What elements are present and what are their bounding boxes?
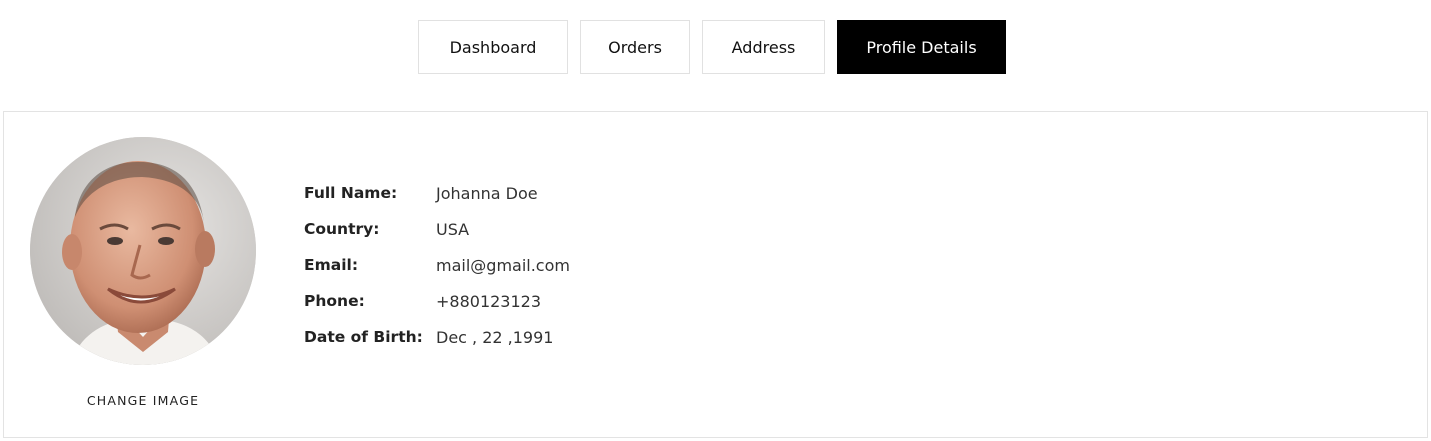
avatar-photo [30,137,256,365]
detail-label: Country: [304,220,380,238]
detail-value: Johanna Doe [436,183,538,203]
detail-row-date-of-birth: Date of Birth: Dec , 22 ,1991 [304,319,570,355]
detail-row-phone: Phone: +880123123 [304,283,570,319]
detail-value: Dec , 22 ,1991 [436,327,554,347]
detail-label: Full Name: [304,184,398,202]
detail-row-country: Country: USA [304,211,570,247]
tab-profile-details[interactable]: Profile Details [837,20,1006,74]
detail-value: +880123123 [436,291,542,311]
profile-details: Full Name: Johanna Doe Country: USA Emai… [304,175,570,355]
detail-label: Phone: [304,292,365,310]
avatar [30,137,256,365]
detail-value: mail@gmail.com [436,255,570,275]
profile-card: CHANGE IMAGE Full Name: Johanna Doe Coun… [3,111,1428,438]
detail-label: Date of Birth: [304,328,423,346]
tab-orders[interactable]: Orders [580,20,690,74]
detail-row-email: Email: mail@gmail.com [304,247,570,283]
detail-row-full-name: Full Name: Johanna Doe [304,175,570,211]
account-tabs: Dashboard Orders Address Profile Details [418,20,1006,74]
detail-value: USA [436,219,470,239]
change-image-link[interactable]: CHANGE IMAGE [30,393,256,408]
tab-dashboard[interactable]: Dashboard [418,20,568,74]
detail-label: Email: [304,256,359,274]
tab-address[interactable]: Address [702,20,825,74]
